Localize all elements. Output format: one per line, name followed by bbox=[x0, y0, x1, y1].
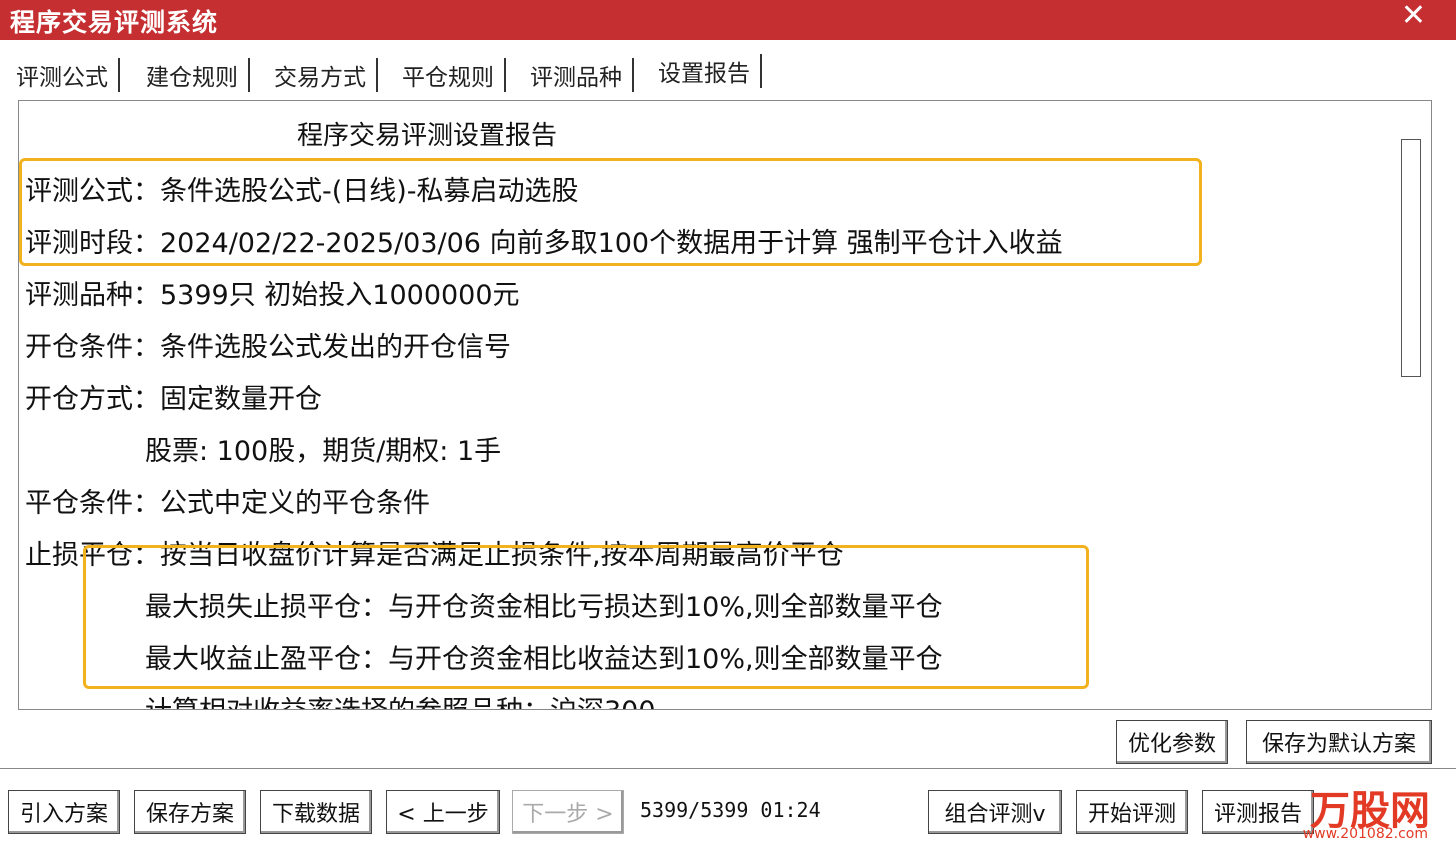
tab-bar: 评测公式 建仓规则 交易方式 平仓规则 评测品种 设置报告 bbox=[0, 40, 1456, 100]
title-bar: 程序交易评测系统 ✕ bbox=[0, 0, 1456, 40]
report-line: 平仓条件：公式中定义的平仓条件 bbox=[25, 488, 430, 519]
start-eval-button[interactable]: 开始评测 bbox=[1076, 790, 1188, 834]
report-line: 开仓条件：条件选股公式发出的开仓信号 bbox=[25, 332, 511, 363]
import-plan-button[interactable]: 引入方案 bbox=[8, 790, 120, 834]
download-data-button[interactable]: 下载数据 bbox=[260, 790, 372, 834]
report-line: 计算相对收益率选择的参照品种：沪深300 bbox=[145, 689, 656, 709]
report-line: 开仓方式：固定数量开仓 bbox=[25, 384, 322, 415]
save-plan-button[interactable]: 保存方案 bbox=[134, 790, 246, 834]
highlight-box bbox=[19, 158, 1202, 266]
combo-eval-button[interactable]: 组合评测v bbox=[928, 790, 1062, 834]
report-panel: 程序交易评测设置报告 评测公式：条件选股公式-(日线)-私募启动选股 评测时段：… bbox=[18, 100, 1432, 710]
report-line: 股票: 100股，期货/期权: 1手 bbox=[145, 436, 502, 467]
close-icon[interactable]: ✕ bbox=[1401, 0, 1426, 33]
optimize-params-button[interactable]: 优化参数 bbox=[1116, 720, 1228, 764]
highlight-box bbox=[83, 545, 1089, 689]
report-title: 程序交易评测设置报告 bbox=[297, 121, 558, 151]
tab-settings-report[interactable]: 设置报告 bbox=[658, 54, 762, 88]
tab-open-rules[interactable]: 建仓规则 bbox=[146, 58, 250, 92]
window-title: 程序交易评测系统 bbox=[10, 8, 219, 37]
progress-status: 5399/5399 01:24 bbox=[640, 798, 821, 822]
watermark-url: www.201082.com bbox=[1302, 826, 1428, 842]
save-as-default-button[interactable]: 保存为默认方案 bbox=[1246, 720, 1432, 764]
next-step-button[interactable]: 下一步 > bbox=[512, 790, 624, 834]
tab-close-rules[interactable]: 平仓规则 bbox=[402, 58, 506, 92]
tab-trade-mode[interactable]: 交易方式 bbox=[274, 58, 378, 92]
tab-formula[interactable]: 评测公式 bbox=[16, 58, 120, 92]
divider bbox=[0, 768, 1456, 769]
eval-report-button[interactable]: 评测报告 bbox=[1202, 790, 1314, 834]
prev-step-button[interactable]: < 上一步 bbox=[386, 790, 500, 834]
report-line: 评测品种：5399只 初始投入1000000元 bbox=[25, 280, 520, 311]
scrollbar[interactable] bbox=[1401, 139, 1421, 377]
tab-instruments[interactable]: 评测品种 bbox=[530, 58, 634, 92]
